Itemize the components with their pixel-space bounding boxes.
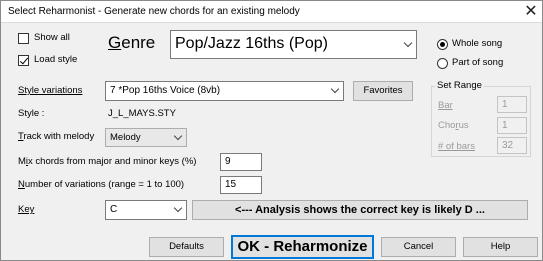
- window-title: Select Reharmonist - Generate new chords…: [8, 6, 300, 17]
- genre-label: Genre: [108, 33, 156, 52]
- load-style-label: Load style: [34, 54, 78, 65]
- style-variations-value: 7 *Pop 16ths Voice (8vb): [110, 85, 221, 96]
- chorus-label: Chorus: [438, 120, 469, 131]
- ok-reharmonize-button[interactable]: OK - Reharmonize: [231, 235, 374, 259]
- show-all-checkbox[interactable]: [18, 33, 29, 44]
- track-value: Melody: [110, 132, 141, 143]
- chevron-down-icon: [330, 84, 340, 94]
- mix-input[interactable]: 9: [220, 153, 262, 171]
- title-bar[interactable]: Select Reharmonist - Generate new chords…: [1, 1, 542, 23]
- show-all-label: Show all: [34, 32, 70, 43]
- whole-song-radio[interactable]: [437, 39, 448, 50]
- key-label: Key: [18, 204, 35, 215]
- load-style-checkbox[interactable]: [18, 55, 29, 66]
- part-of-song-label: Part of song: [452, 57, 504, 68]
- style-value: J_L_MAYS.STY: [108, 108, 176, 119]
- chevron-down-icon: [173, 203, 183, 213]
- key-dropdown[interactable]: C: [105, 200, 187, 220]
- close-icon[interactable]: ✕: [521, 2, 541, 22]
- bars-label: # of bars: [438, 141, 475, 152]
- style-variations-label: Style variations: [18, 85, 83, 96]
- favorites-button[interactable]: Favorites: [353, 81, 413, 101]
- chevron-down-icon: [173, 131, 183, 141]
- part-of-song-radio[interactable]: [437, 58, 448, 69]
- reharmonist-dialog: Select Reharmonist - Generate new chords…: [0, 0, 543, 261]
- mix-label: Mix chords from major and minor keys (%): [18, 156, 197, 167]
- track-label: Track with melody: [18, 131, 95, 142]
- bars-input[interactable]: 32: [497, 137, 527, 154]
- style-variations-dropdown[interactable]: 7 *Pop 16ths Voice (8vb): [105, 81, 344, 101]
- cancel-button[interactable]: Cancel: [381, 237, 456, 257]
- key-value: C: [110, 204, 118, 215]
- bar-label: Bar: [438, 100, 453, 111]
- genre-dropdown[interactable]: Pop/Jazz 16ths (Pop): [170, 30, 417, 59]
- track-dropdown[interactable]: Melody: [105, 128, 187, 147]
- style-label: Style :: [18, 108, 45, 119]
- genre-value: Pop/Jazz 16ths (Pop): [175, 35, 328, 52]
- defaults-button[interactable]: Defaults: [149, 237, 224, 257]
- whole-song-label: Whole song: [452, 38, 503, 49]
- chorus-input[interactable]: 1: [497, 117, 527, 134]
- chevron-down-icon: [403, 38, 413, 48]
- analysis-key-button[interactable]: <--- Analysis shows the correct key is l…: [192, 200, 528, 220]
- variations-input[interactable]: 15: [220, 176, 262, 194]
- variations-label: Number of variations (range = 1 to 100): [18, 179, 185, 190]
- help-button[interactable]: Help: [463, 237, 538, 257]
- set-range-title: Set Range: [435, 80, 484, 91]
- bar-input[interactable]: 1: [497, 96, 527, 113]
